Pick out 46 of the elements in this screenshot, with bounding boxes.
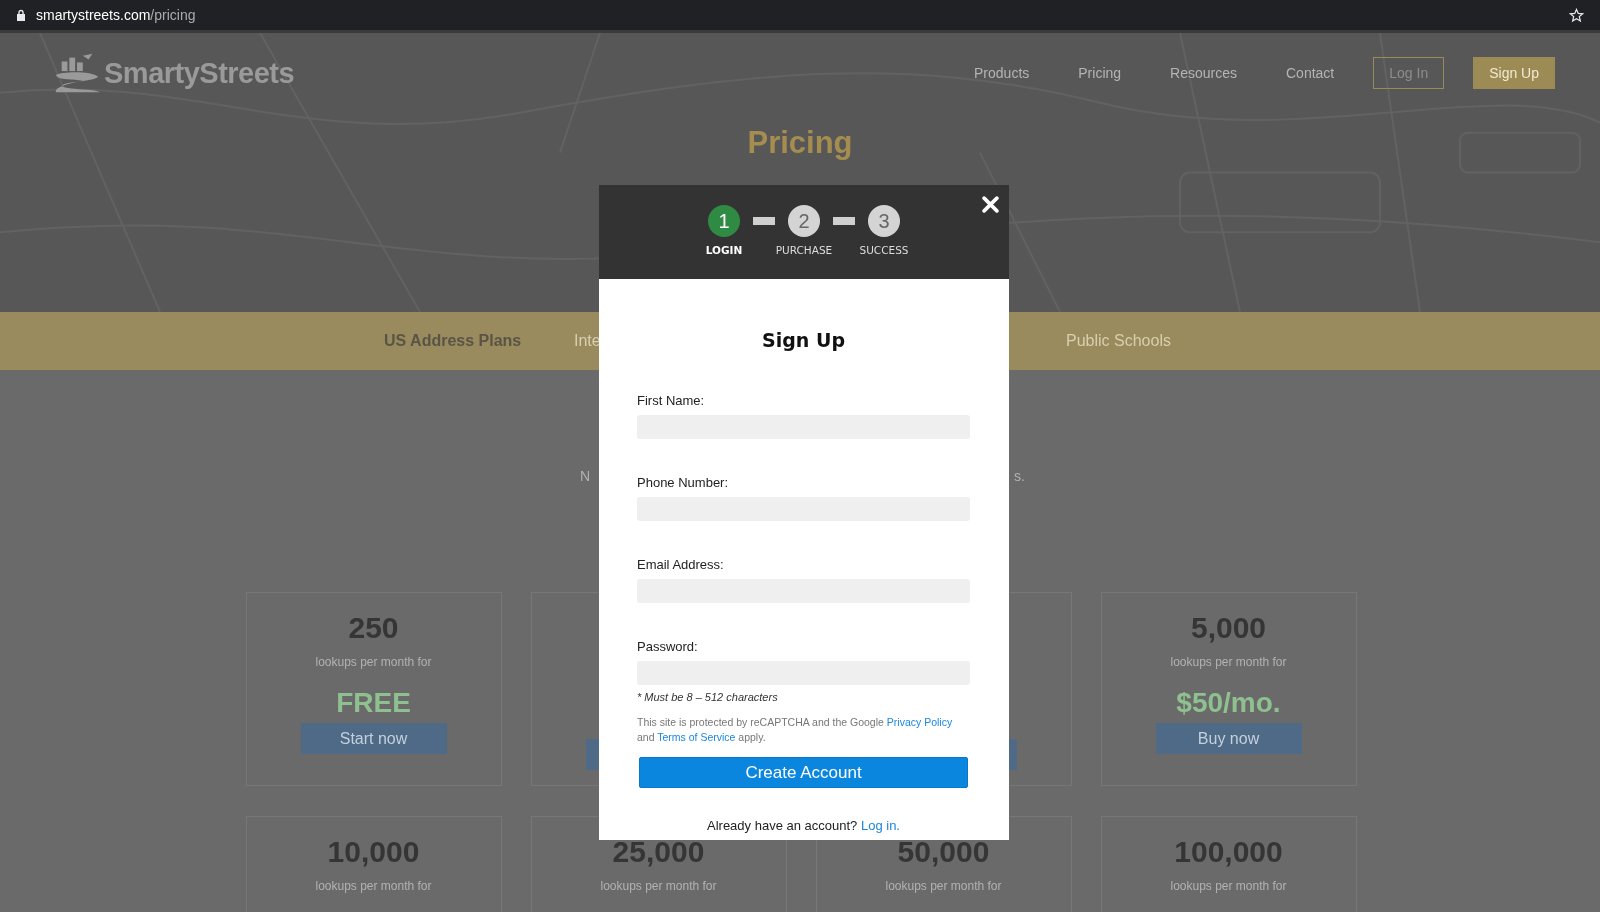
field-label: Phone Number: — [637, 475, 730, 490]
login-prompt: Already have an account? Log in. — [706, 818, 901, 833]
field-label: First Name: — [637, 393, 706, 408]
field-label: Email Address: — [637, 557, 725, 572]
star-icon[interactable] — [1569, 7, 1584, 23]
step-label: LOGIN — [705, 244, 743, 256]
step-number: 2 — [788, 205, 820, 237]
lock-icon — [16, 9, 26, 21]
signup-button[interactable]: Sign Up — [1473, 57, 1555, 89]
terms-link[interactable]: Terms of Service — [657, 731, 736, 743]
dialog-title: Sign Up — [761, 329, 846, 351]
url-text[interactable]: smartystreets.com/pricing — [36, 7, 196, 23]
nav-link[interactable]: Pricing — [1078, 65, 1122, 81]
step-number: 3 — [868, 205, 900, 237]
create-account-button[interactable]: Create Account — [639, 757, 968, 788]
field-label: Password: — [637, 639, 699, 654]
step-label: SUCCESS — [859, 244, 909, 256]
plan-button[interactable]: Start now — [300, 723, 447, 754]
plan-button[interactable]: Buy now — [1155, 723, 1302, 754]
plan-caption: lookups per month for — [600, 879, 717, 893]
intro-text: s. — [1014, 468, 1025, 484]
recaptcha-notice: This site is protected by reCAPTCHA and the Google Privacy Policy and Terms of Service apply. — [637, 715, 954, 745]
step-label: PURCHASE — [775, 244, 833, 256]
step-connector — [833, 217, 855, 225]
plan-tab[interactable]: Inte — [574, 332, 601, 350]
page-title: Pricing — [746, 125, 854, 161]
plan-caption: lookups per month for — [315, 879, 432, 893]
nav-link[interactable]: Contact — [1286, 65, 1335, 81]
step-number: 1 — [708, 205, 740, 237]
nav-link[interactable]: Resources — [1170, 65, 1237, 81]
privacy-policy-link[interactable]: Privacy Policy — [886, 716, 953, 728]
logo-text[interactable]: SmartyStreets — [104, 56, 295, 90]
plan-tab[interactable]: US Address Plans — [384, 332, 522, 350]
plan-caption: lookups per month for — [885, 879, 1002, 893]
plan-price: FREE — [336, 687, 411, 719]
plan-caption: lookups per month for — [1170, 879, 1287, 893]
login-link[interactable]: Log in. — [860, 818, 900, 833]
plan-caption: lookups per month for — [315, 655, 432, 669]
close-icon[interactable] — [982, 196, 999, 213]
nav-link[interactable]: Products — [974, 65, 1030, 81]
plan-tab[interactable]: Public Schools — [1066, 332, 1171, 350]
intro-text: N — [580, 468, 591, 484]
step-connector — [753, 217, 775, 225]
password-hint: * Must be 8 – 512 characters — [637, 691, 779, 703]
plan-price: $50/mo. — [1176, 687, 1281, 719]
plan-caption: lookups per month for — [1170, 655, 1287, 669]
